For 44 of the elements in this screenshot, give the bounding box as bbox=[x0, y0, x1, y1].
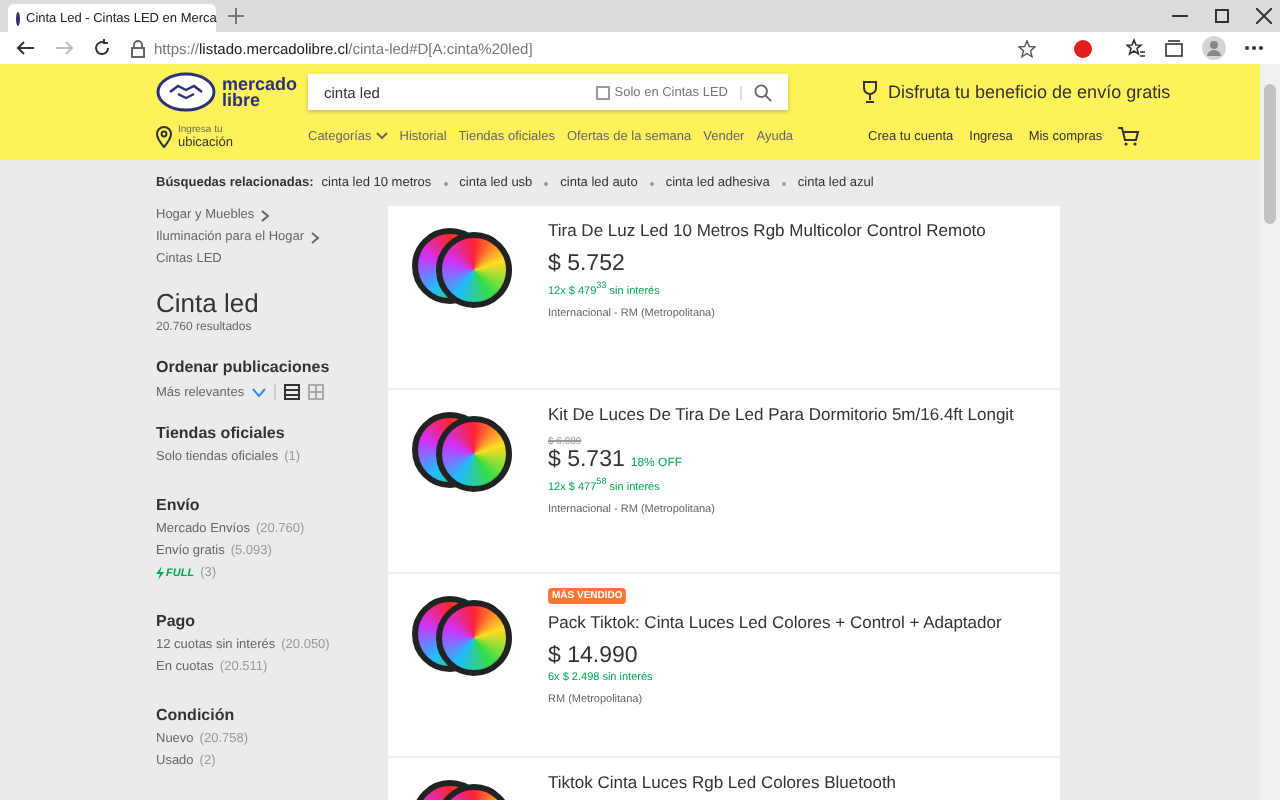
extension-icon[interactable] bbox=[1074, 39, 1092, 57]
filter-heading: Pago bbox=[156, 612, 198, 630]
product-price: $ 5.752 bbox=[548, 252, 625, 276]
filter-heading: Envío bbox=[156, 496, 202, 514]
product-title[interactable]: Pack Tiktok: Cinta Luces Led Colores + Control + Adaptador bbox=[548, 612, 1002, 632]
reload-icon[interactable] bbox=[92, 38, 112, 58]
trophy-icon bbox=[860, 80, 880, 104]
filter-heading: Ordenar publicaciones bbox=[156, 358, 332, 376]
logo-text[interactable]: mercado libre bbox=[222, 76, 298, 108]
product-title[interactable]: Kit De Luces De Tira De Led Para Dormitorio 5m/16.4ft Longit bbox=[548, 404, 1014, 424]
filter-heading: Tiendas oficiales bbox=[156, 424, 287, 442]
chevron-right-icon bbox=[260, 209, 271, 221]
filter-heading: Condición bbox=[156, 706, 237, 724]
collections-icon[interactable] bbox=[1164, 38, 1184, 58]
lock-icon[interactable] bbox=[130, 39, 146, 57]
favorites-icon[interactable] bbox=[1126, 38, 1146, 58]
location-pin-icon[interactable] bbox=[156, 125, 172, 147]
more-icon[interactable] bbox=[1244, 44, 1264, 52]
list-view-icon[interactable] bbox=[284, 384, 301, 400]
product-price: $ 5.731 bbox=[548, 448, 625, 472]
handshake-logo-icon[interactable] bbox=[156, 72, 216, 112]
cart-icon[interactable] bbox=[1118, 126, 1141, 146]
chevron-right-icon bbox=[310, 231, 321, 243]
new-tab-icon[interactable] bbox=[228, 8, 244, 24]
restore-icon[interactable] bbox=[1214, 8, 1230, 24]
chevron-down-icon[interactable] bbox=[252, 387, 267, 397]
profile-avatar-icon[interactable] bbox=[1202, 36, 1226, 60]
product-price: $ 14.990 bbox=[548, 644, 638, 668]
back-arrow-icon[interactable] bbox=[16, 38, 36, 58]
separator-dot-icon bbox=[649, 181, 654, 185]
close-icon[interactable] bbox=[1256, 8, 1272, 24]
scrollbar-thumb[interactable] bbox=[1264, 84, 1276, 224]
separator-dot-icon bbox=[443, 181, 448, 185]
promo-text[interactable]: Disfruta tu beneficio de envío gratis bbox=[888, 82, 1171, 102]
separator-dot-icon bbox=[544, 181, 549, 185]
star-icon[interactable] bbox=[1018, 39, 1036, 57]
checkbox[interactable] bbox=[596, 85, 611, 99]
lightning-icon bbox=[156, 566, 164, 580]
page-title: Cinta led bbox=[156, 288, 261, 318]
product-title[interactable]: Tira De Luz Led 10 Metros Rgb Multicolor Control Remoto bbox=[548, 220, 986, 240]
separator-dot-icon bbox=[781, 181, 786, 185]
chevron-down-icon[interactable] bbox=[375, 132, 388, 140]
product-title[interactable]: Tiktok Cinta Luces Rgb Led Colores Bluetooth bbox=[548, 772, 897, 792]
search-icon[interactable] bbox=[754, 83, 772, 101]
